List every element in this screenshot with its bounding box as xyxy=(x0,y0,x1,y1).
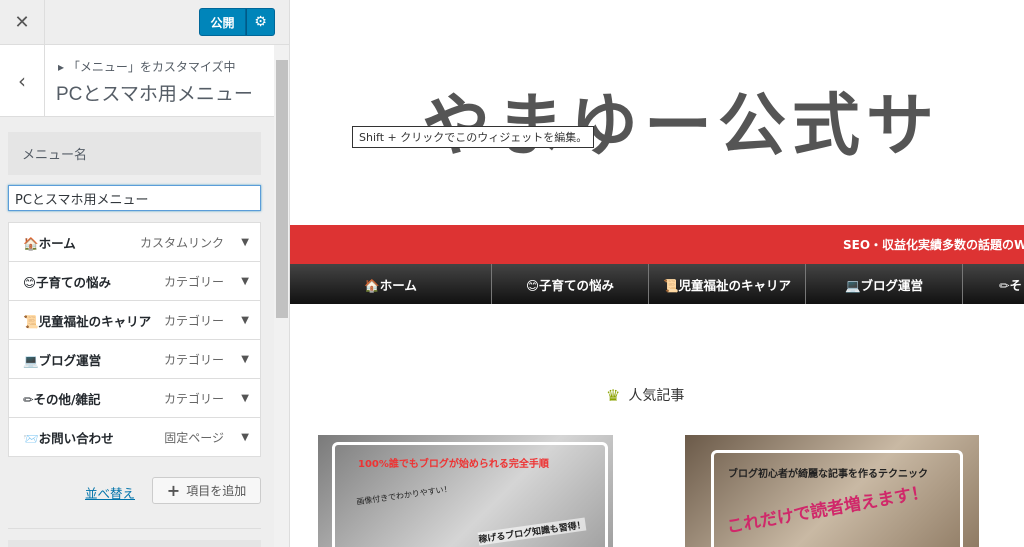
menu-item-type: カテゴリー xyxy=(163,391,224,406)
menu-item-blog[interactable]: 💻ブログ運営 カテゴリー ▼ xyxy=(8,339,261,379)
add-item-label: 項目を追加 xyxy=(186,484,247,498)
menu-item-type: カスタムリンク xyxy=(139,235,224,250)
site-title[interactable]: やまゆー公式サ xyxy=(422,70,940,169)
menu-item-misc[interactable]: ✏その他/雑記 カテゴリー ▼ xyxy=(8,378,261,418)
popular-heading: ♛ 人気記事 xyxy=(606,385,684,405)
edit-widget-tooltip: Shift + クリックでこのウィジェットを編集。 xyxy=(352,126,595,148)
nav-item-home[interactable]: 🏠ホーム xyxy=(290,264,492,304)
card-headline: ブログ初心者が綺麗な記事を作るテクニック xyxy=(728,469,928,480)
tagline-bar: SEO・収益化実績多数の話題のW xyxy=(290,225,1024,264)
menu-item-label: 📨お問い合わせ xyxy=(23,430,114,446)
close-customizer-icon[interactable]: ✕ xyxy=(0,0,45,44)
section-header: ‹ ▸ 「メニュー」をカスタマイズ中 PCとスマホ用メニュー xyxy=(0,45,274,117)
chevron-down-icon[interactable]: ▼ xyxy=(241,354,249,365)
menu-item-label: 😊子育ての悩み xyxy=(23,274,112,290)
chevron-down-icon[interactable]: ▼ xyxy=(241,276,249,287)
scrollbar-thumb[interactable] xyxy=(276,60,288,318)
chevron-down-icon[interactable]: ▼ xyxy=(241,237,249,248)
article-card[interactable]: ブログ初心者が綺麗な記事を作るテクニック これだけで読者増えます！ xyxy=(685,435,979,547)
add-item-button[interactable]: + 項目を追加 xyxy=(152,477,261,504)
site-preview: やまゆー公式サ Shift + クリックでこのウィジェットを編集。 SEO・収益… xyxy=(290,0,1024,547)
reorder-link[interactable]: 並べ替え xyxy=(85,483,135,502)
nav-item-misc[interactable]: ✏そ xyxy=(963,264,1024,304)
article-card[interactable]: 100%誰でもブログが始められる完全手順 画像付きでわかりやすい！ 稼げるブログ… xyxy=(318,435,613,547)
menu-item-label: 📜児童福祉のキャリア xyxy=(23,313,152,329)
card-headline: 100%誰でもブログが始められる完全手順 xyxy=(358,459,549,470)
breadcrumb: ▸ 「メニュー」をカスタマイズ中 xyxy=(58,58,236,75)
nav-item-career[interactable]: 📜児童福祉のキャリア xyxy=(649,264,806,304)
chevron-down-icon[interactable]: ▼ xyxy=(241,393,249,404)
menu-item-list: 🏠ホーム カスタムリンク ▼ 😊子育ての悩み カテゴリー ▼ 📜児童福祉のキャリ… xyxy=(8,222,261,457)
nav-item-parenting[interactable]: 😊子育ての悩み xyxy=(492,264,649,304)
site-tagline: SEO・収益化実績多数の話題のW xyxy=(843,238,1024,252)
menu-item-label: 🏠ホーム xyxy=(23,235,76,251)
crown-icon: ♛ xyxy=(606,385,621,405)
menu-item-type: カテゴリー xyxy=(163,313,224,328)
chevron-down-icon[interactable]: ▼ xyxy=(241,315,249,326)
menu-item-type: 固定ページ xyxy=(164,430,224,445)
popular-heading-text: 人気記事 xyxy=(628,388,685,404)
menu-item-contact[interactable]: 📨お問い合わせ 固定ページ ▼ xyxy=(8,417,261,457)
menu-name-label: メニュー名 xyxy=(8,132,261,175)
customizer-sidebar: ✕ 公開 ⚙ ‹ ▸ 「メニュー」をカスタマイズ中 PCとスマホ用メニュー メニ… xyxy=(0,0,290,547)
menu-name-input[interactable] xyxy=(8,185,261,211)
menu-item-career[interactable]: 📜児童福祉のキャリア カテゴリー ▼ xyxy=(8,300,261,340)
menu-item-label: ✏その他/雑記 xyxy=(23,391,101,407)
site-nav: 🏠ホーム 😊子育ての悩み 📜児童福祉のキャリア 💻ブログ運営 ✏そ xyxy=(290,264,1024,304)
customizer-topbar: ✕ 公開 ⚙ xyxy=(0,0,289,45)
section-title: PCとスマホ用メニュー xyxy=(56,84,253,105)
menu-item-home[interactable]: 🏠ホーム カスタムリンク ▼ xyxy=(8,222,261,262)
plus-icon: + xyxy=(166,481,181,500)
menu-item-label: 💻ブログ運営 xyxy=(23,352,102,368)
next-section-box[interactable] xyxy=(8,540,261,547)
gear-icon[interactable]: ⚙ xyxy=(246,8,275,36)
menu-item-parenting[interactable]: 😊子育ての悩み カテゴリー ▼ xyxy=(8,261,261,301)
nav-item-blog[interactable]: 💻ブログ運営 xyxy=(806,264,963,304)
chevron-down-icon[interactable]: ▼ xyxy=(241,432,249,443)
publish-button[interactable]: 公開 xyxy=(199,8,246,36)
breadcrumb-text: 「メニュー」をカスタマイズ中 xyxy=(67,60,236,74)
divider xyxy=(8,528,261,529)
back-icon[interactable]: ‹ xyxy=(0,45,45,117)
breadcrumb-arrow-icon: ▸ xyxy=(58,60,65,74)
menu-item-type: カテゴリー xyxy=(163,274,224,289)
menu-item-type: カテゴリー xyxy=(163,352,224,367)
